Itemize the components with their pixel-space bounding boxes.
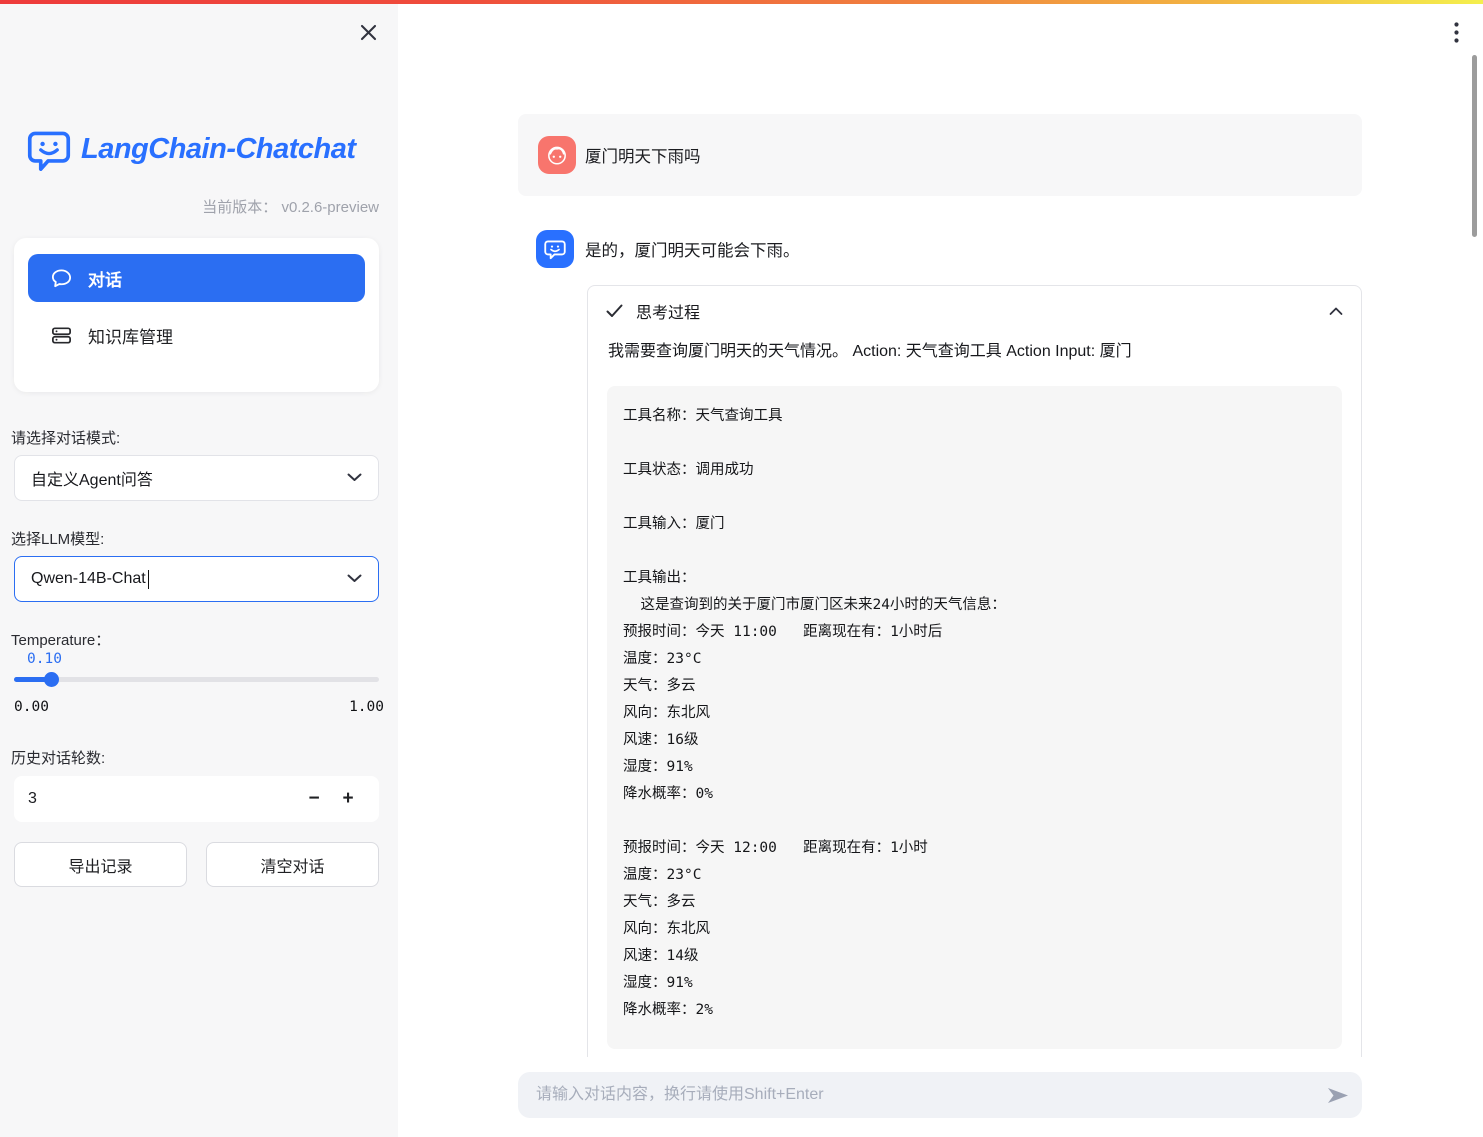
sidebar-close-icon[interactable] (354, 18, 382, 46)
nav-item-kb-label: 知识库管理 (88, 323, 173, 348)
assistant-avatar (536, 230, 574, 268)
thought-expander-header[interactable]: 思考过程 (588, 286, 1361, 336)
nav-card: 对话 知识库管理 (14, 238, 379, 392)
history-rounds-value: 3 (28, 790, 37, 808)
tool-output-codeblock: 工具名称：天气查询工具 工具状态：调用成功 工具输入：厦门 工具输出： 这是查询… (607, 386, 1342, 1049)
dialog-mode-value: 自定义Agent问答 (31, 466, 153, 490)
assistant-message-row: 是的，厦门明天可能会下雨。 (518, 229, 1362, 269)
history-rounds-input[interactable]: 3 − + (14, 776, 379, 822)
slider-max-label: 1.00 (349, 699, 384, 715)
nav-item-chat[interactable]: 对话 (28, 254, 365, 302)
clear-chat-button[interactable]: 清空对话 (206, 842, 379, 887)
user-message-text: 厦门明天下雨吗 (585, 114, 701, 196)
chevron-up-icon[interactable] (1329, 307, 1343, 316)
llm-model-select[interactable]: Qwen-14B-Chat (14, 556, 379, 602)
sidebar: LangChain-Chatchat 当前版本： v0.2.6-preview … (0, 0, 398, 1137)
user-avatar (538, 136, 576, 174)
increment-button[interactable]: + (331, 782, 365, 816)
slider-min-label: 0.00 (14, 699, 49, 715)
chat-input[interactable] (518, 1072, 1308, 1118)
slider-thumb[interactable] (44, 672, 59, 687)
llm-model-label: 选择LLM模型: (11, 528, 104, 549)
check-icon (606, 304, 623, 318)
chevron-down-icon (347, 469, 362, 487)
tool-output-text: 工具名称：天气查询工具 工具状态：调用成功 工具输入：厦门 工具输出： 这是查询… (623, 403, 1326, 1024)
history-rounds-label: 历史对话轮数: (11, 747, 105, 768)
temperature-value: 0.10 (27, 651, 62, 667)
chat-bubble-logo-icon (27, 127, 71, 171)
app-menu-icon[interactable] (1444, 18, 1468, 46)
send-icon[interactable] (1326, 1085, 1350, 1105)
scrollbar-thumb[interactable] (1472, 55, 1477, 237)
text-caret (148, 570, 150, 589)
nav-item-knowledge-base[interactable]: 知识库管理 (28, 311, 365, 359)
brand-name: LangChain-Chatchat (81, 133, 356, 166)
assistant-message-text: 是的，厦门明天可能会下雨。 (585, 229, 800, 269)
dialog-mode-select[interactable]: 自定义Agent问答 (14, 455, 379, 501)
knowledge-base-icon (50, 324, 73, 347)
export-history-button[interactable]: 导出记录 (14, 842, 187, 887)
decrement-button[interactable]: − (297, 782, 331, 816)
chat-input-container (518, 1072, 1362, 1118)
chevron-down-icon (347, 570, 362, 588)
thought-expander: 思考过程 我需要查询厦门明天的天气情况。 Action: 天气查询工具 Acti… (587, 285, 1362, 1057)
temperature-slider[interactable] (14, 677, 379, 682)
version-label: 当前版本： v0.2.6-preview (202, 196, 379, 217)
chat-main: 厦门明天下雨吗 是的，厦门明天可能会下雨。 思考过程 我需要查询厦门明天的天气情… (398, 0, 1483, 1137)
user-message-row: 厦门明天下雨吗 (518, 114, 1362, 196)
brand-logo: LangChain-Chatchat (27, 127, 356, 171)
status-running-bar (0, 0, 1483, 4)
thought-text: 我需要查询厦门明天的天气情况。 Action: 天气查询工具 Action In… (588, 336, 1361, 364)
nav-item-chat-label: 对话 (88, 266, 122, 291)
llm-model-value: Qwen-14B-Chat (31, 570, 146, 588)
dialog-mode-label: 请选择对话模式: (11, 427, 120, 448)
speech-bubble-icon (50, 267, 73, 290)
temperature-label: Temperature： (11, 629, 110, 650)
thought-expander-title: 思考过程 (636, 299, 700, 323)
